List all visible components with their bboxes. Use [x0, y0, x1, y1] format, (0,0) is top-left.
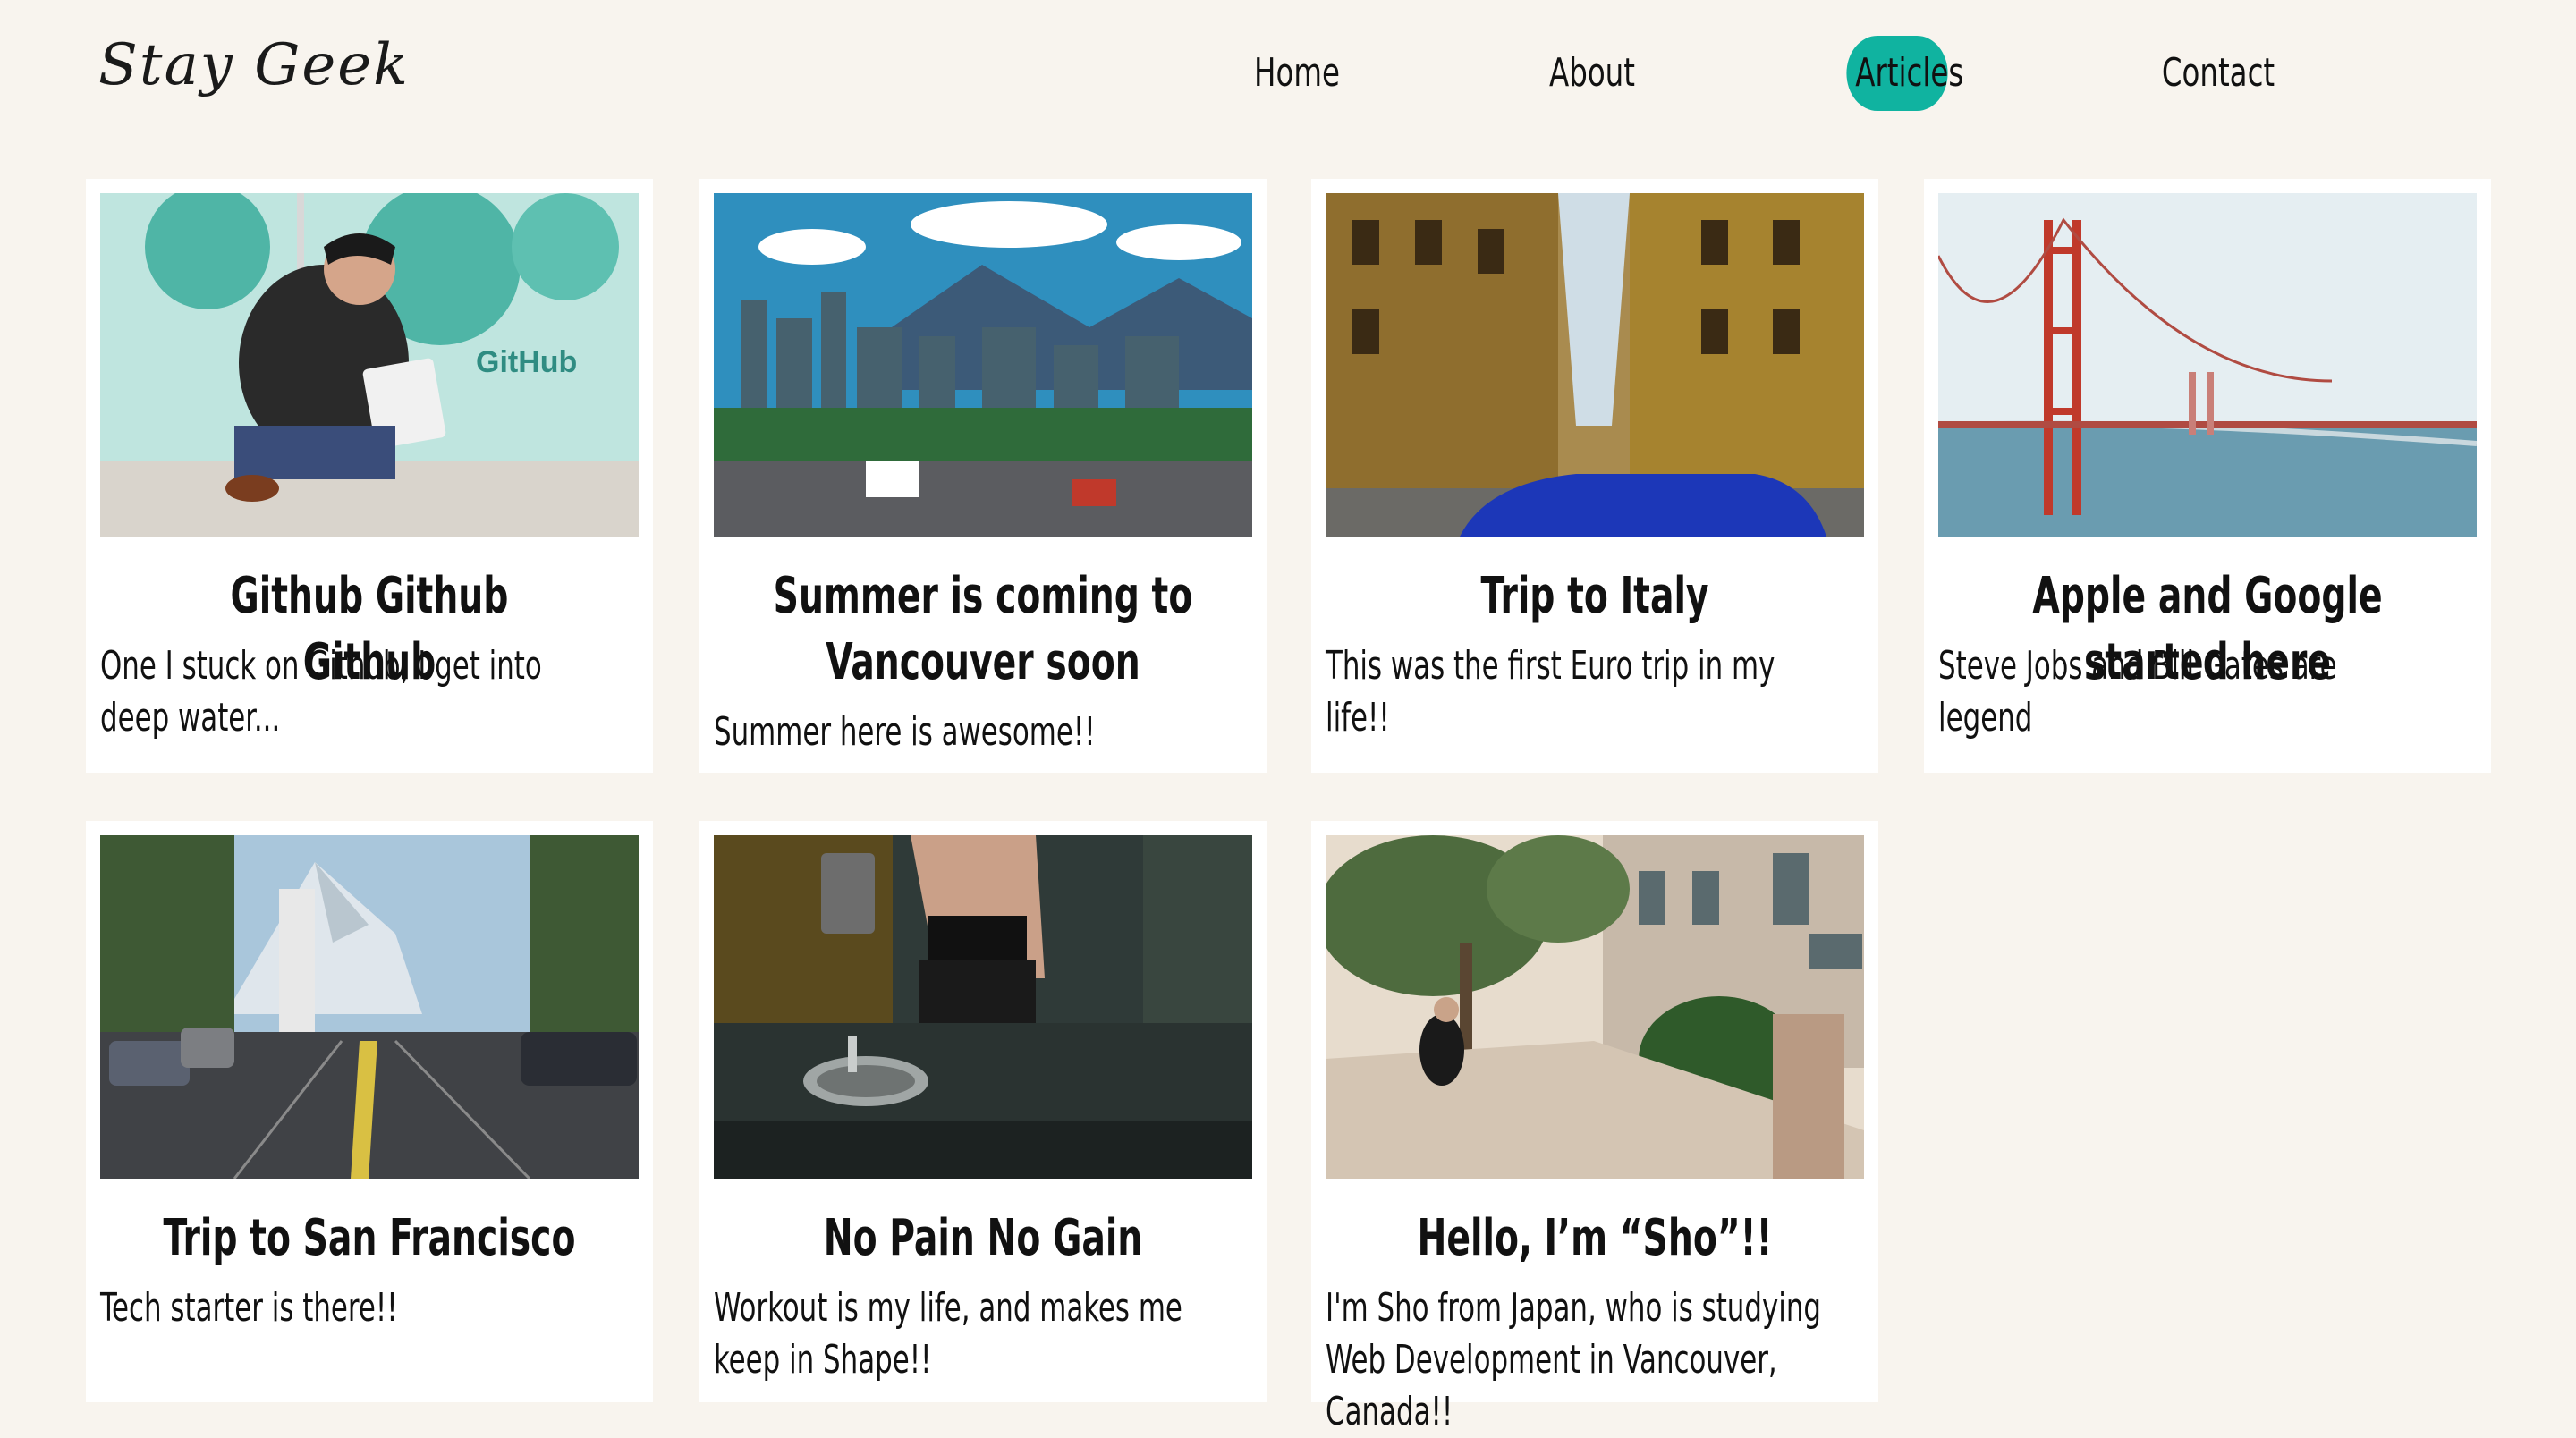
article-card[interactable]: Apple and Google started here Steve Jobs…	[1924, 179, 2491, 773]
article-card[interactable]: No Pain No Gain Workout is my life, and …	[699, 821, 1267, 1402]
article-image[interactable]: GitHub	[100, 193, 639, 537]
article-image[interactable]	[100, 835, 639, 1179]
article-title[interactable]: No Pain No Gain	[773, 1205, 1193, 1272]
article-card[interactable]: Trip to San Francisco Tech starter is th…	[86, 821, 653, 1402]
article-card[interactable]: Trip to Italy This was the first Euro tr…	[1311, 179, 1878, 773]
article-image[interactable]	[1938, 193, 2477, 537]
article-image[interactable]	[1326, 193, 1864, 537]
articles-grid: GitHub Github Github Github One I stuck …	[0, 0, 2576, 1434]
article-description: Workout is my life, and makes me keep in…	[714, 1285, 1182, 1383]
article-description: Summer here is awesome!!	[714, 709, 1096, 755]
article-title[interactable]: Trip to San Francisco	[159, 1205, 580, 1272]
article-image[interactable]	[1326, 835, 1864, 1179]
article-card[interactable]: Hello, I’m “Sho”!! I'm Sho from Japan, w…	[1311, 821, 1878, 1434]
article-description: This was the first Euro trip in my life!…	[1326, 643, 1775, 740]
article-image[interactable]	[714, 193, 1252, 537]
svg-text:GitHub: GitHub	[476, 345, 577, 379]
article-description: I'm Sho from Japan, who is studying Web …	[1326, 1285, 1822, 1434]
article-image[interactable]	[714, 835, 1252, 1179]
article-description: Steve Jobs and Bill Gates are legend	[1938, 643, 2337, 740]
article-title[interactable]: Hello, I’m “Sho”!!	[1385, 1205, 1805, 1272]
article-card[interactable]: GitHub Github Github Github One I stuck …	[86, 179, 653, 773]
article-description: Tech starter is there!!	[100, 1285, 398, 1331]
article-title[interactable]: Summer is coming to Vancouver soon	[773, 563, 1193, 696]
article-card[interactable]: Summer is coming to Vancouver soon Summe…	[699, 179, 1267, 773]
article-description: One I stuck on Github, I get into deep w…	[100, 643, 542, 740]
article-title[interactable]: Trip to Italy	[1385, 563, 1805, 630]
